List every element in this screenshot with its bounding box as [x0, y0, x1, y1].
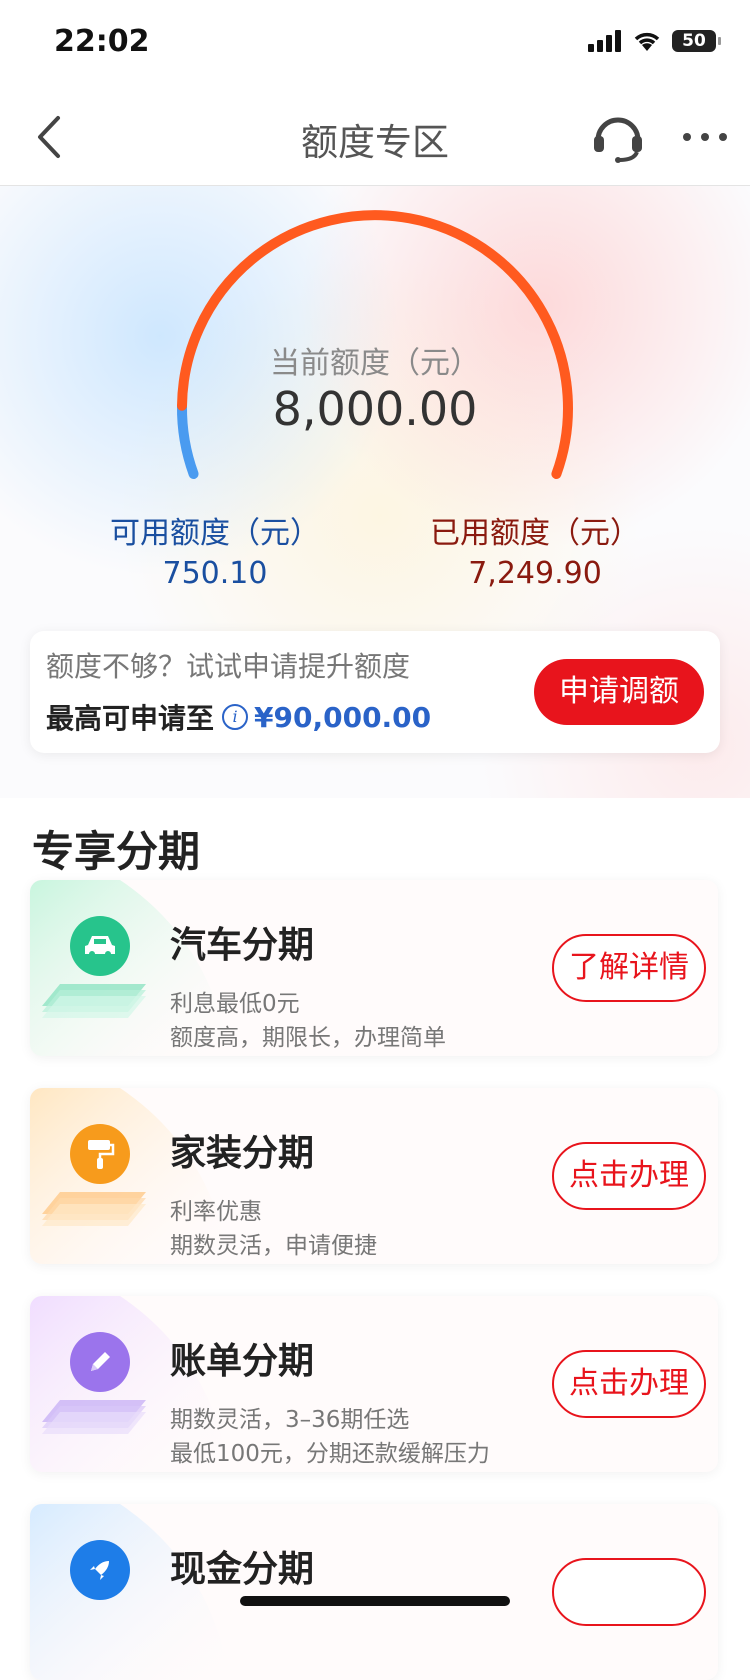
car-icon	[70, 916, 130, 976]
available-credit: 可用额度（元） 750.10	[100, 508, 330, 591]
raise-limit-max: 最高可申请至 i ¥90,000.00	[46, 697, 431, 737]
product-card-home-installment[interactable]: 家装分期 利率优惠 期数灵活，申请便捷 点击办理	[30, 1088, 718, 1264]
used-credit: 已用额度（元） 7,249.90	[420, 508, 650, 591]
product-feature-2: 最低100元，分期还款缓解压力	[170, 1441, 490, 1467]
platform-decoration	[42, 1192, 146, 1226]
status-bar: 22:02 50	[0, 0, 750, 90]
product-name: 现金分期	[170, 1549, 315, 1590]
product-name: 汽车分期	[170, 925, 315, 966]
signal-icon	[588, 30, 621, 52]
platform-decoration	[42, 984, 146, 1018]
paint-roller-icon	[70, 1124, 130, 1184]
raise-limit-card: 额度不够？试试申请提升额度 最高可申请至 i ¥90,000.00 申请调额	[30, 631, 720, 753]
raise-limit-max-label: 最高可申请至	[46, 702, 215, 735]
product-feature-1: 期数灵活，3–36期任选	[170, 1407, 410, 1433]
apply-now-button[interactable]: 点击办理	[552, 1142, 706, 1210]
current-credit-value: 8,000.00	[272, 382, 478, 436]
card-decoration	[30, 1504, 230, 1680]
product-feature-2: 额度高，期限长，办理简单	[170, 1025, 446, 1051]
raise-limit-tip: 额度不够？试试申请提升额度	[46, 650, 411, 683]
product-feature-1: 利率优惠	[170, 1199, 262, 1225]
section-title: 专享分期	[32, 827, 201, 876]
headset-icon[interactable]	[590, 108, 646, 164]
used-credit-value: 7,249.90	[468, 556, 602, 591]
info-icon[interactable]: i	[222, 704, 249, 730]
raise-limit-max-amount: ¥90,000.00	[254, 700, 432, 734]
apply-now-button[interactable]	[552, 1558, 706, 1626]
product-name: 账单分期	[170, 1341, 315, 1382]
available-credit-value: 750.10	[162, 556, 268, 591]
apply-now-button[interactable]: 点击办理	[552, 1350, 706, 1418]
battery-icon: 50	[672, 30, 721, 52]
product-card-car-installment[interactable]: 汽车分期 利息最低0元 额度高，期限长，办理简单 了解详情	[30, 880, 718, 1056]
learn-more-button[interactable]: 了解详情	[552, 934, 706, 1002]
product-name: 家装分期	[170, 1133, 315, 1174]
status-icons: 50	[588, 30, 721, 52]
apply-adjust-button[interactable]: 申请调额	[534, 659, 704, 725]
wifi-icon	[634, 32, 660, 51]
nav-bar: 额度专区	[0, 90, 750, 186]
product-card-bill-installment[interactable]: 账单分期 期数灵活，3–36期任选 最低100元，分期还款缓解压力 点击办理	[30, 1296, 718, 1472]
credit-overview: 当前额度（元） 8,000.00 可用额度（元） 750.10 已用额度（元） …	[0, 186, 750, 798]
status-time: 22:02	[54, 24, 150, 59]
current-credit-label: 当前额度（元）	[270, 346, 480, 381]
pencil-icon	[70, 1332, 130, 1392]
available-credit-label: 可用额度（元）	[110, 516, 320, 551]
used-credit-label: 已用额度（元）	[430, 516, 640, 551]
platform-decoration	[42, 1400, 146, 1434]
rocket-icon	[70, 1540, 130, 1600]
home-indicator	[240, 1596, 510, 1606]
product-card-cash-installment[interactable]: 现金分期	[30, 1504, 718, 1680]
product-feature-1: 利息最低0元	[170, 991, 300, 1017]
more-icon[interactable]	[680, 112, 730, 162]
product-feature-2: 期数灵活，申请便捷	[170, 1233, 377, 1259]
